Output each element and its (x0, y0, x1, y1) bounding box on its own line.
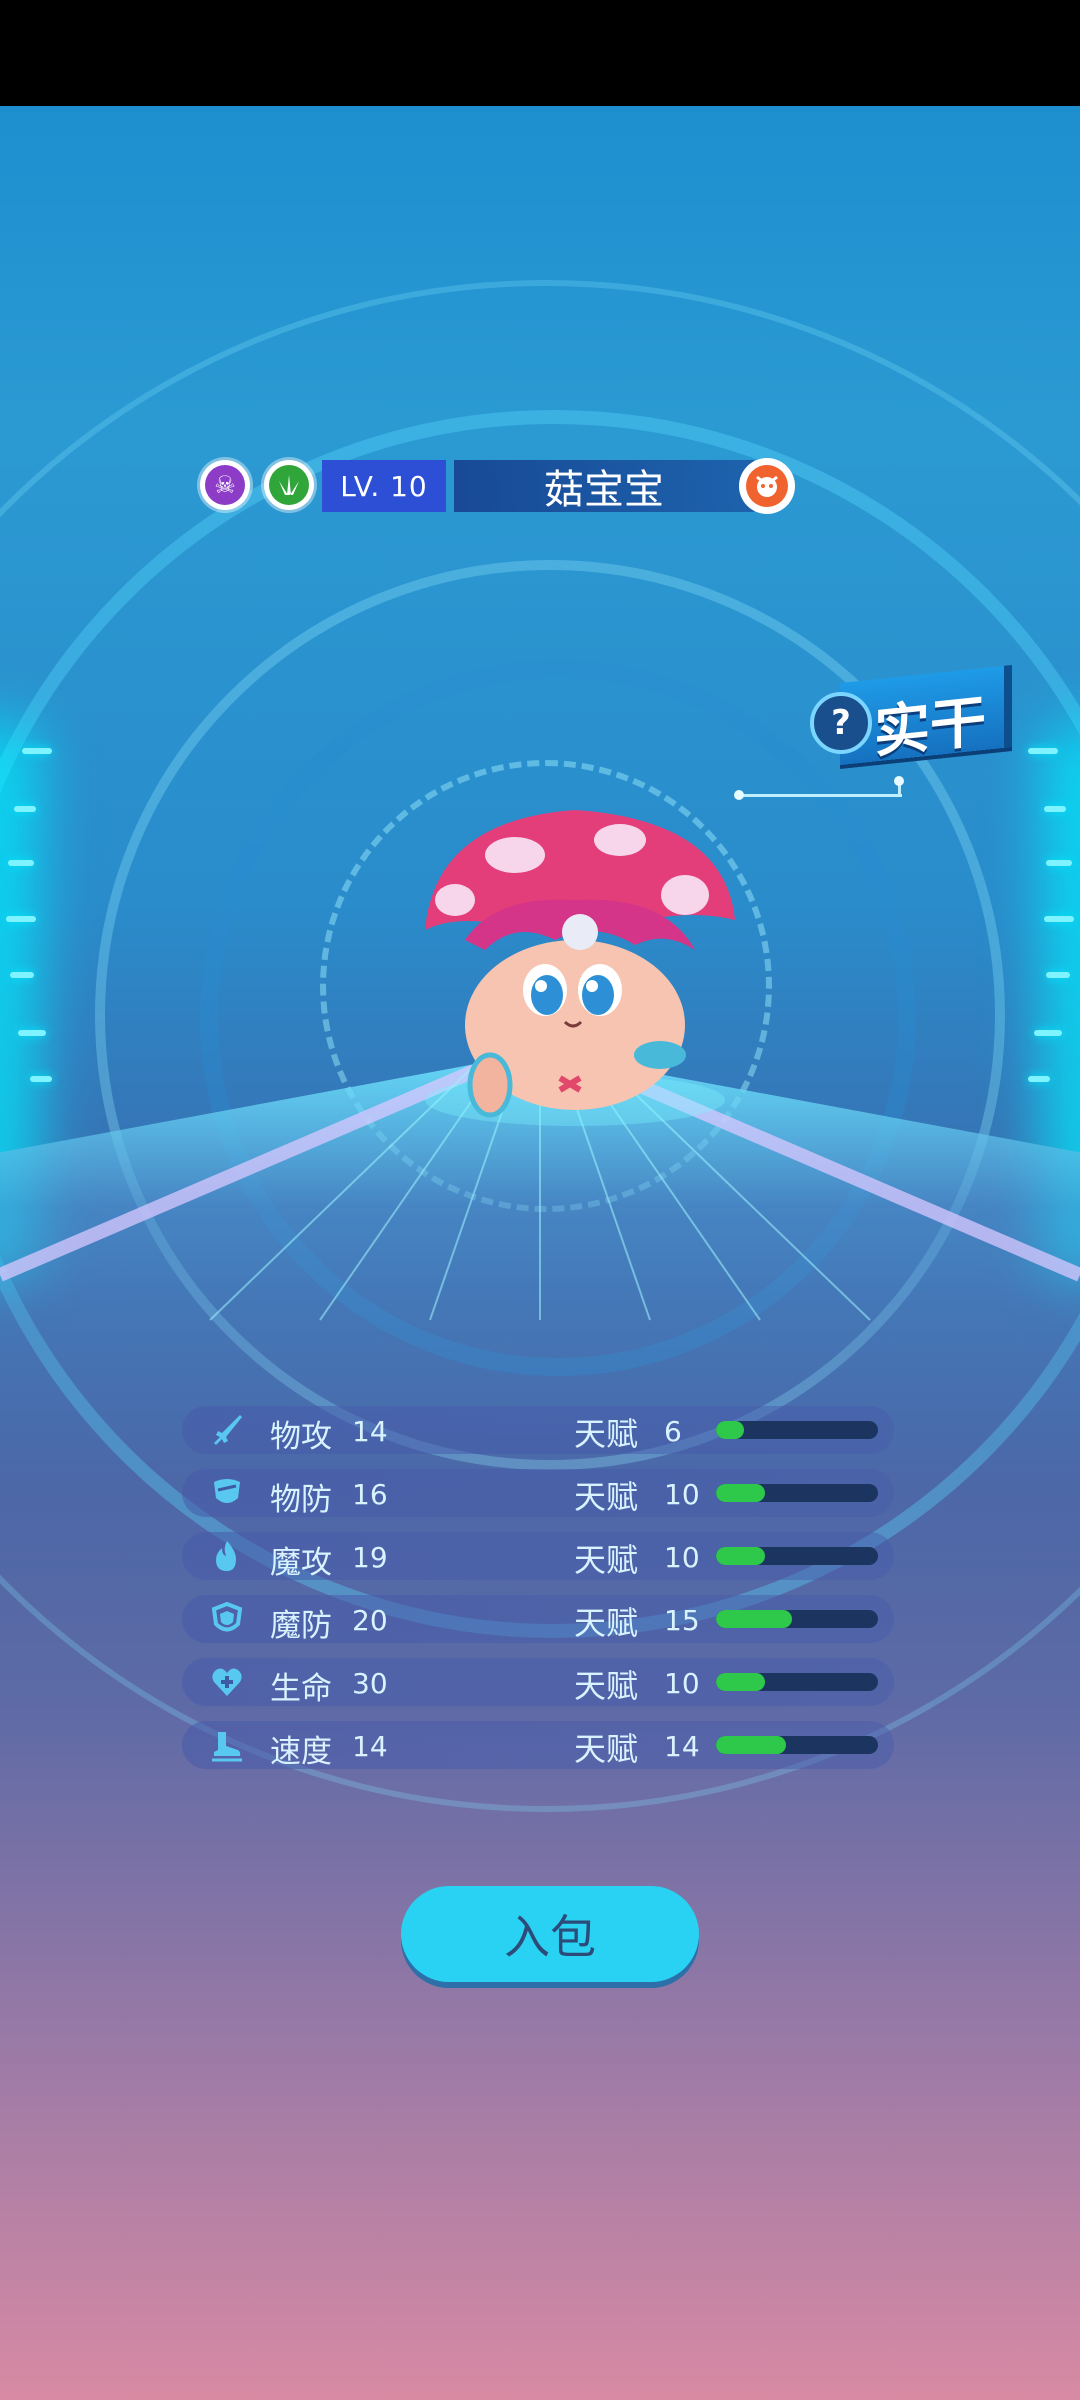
talent-label: 天赋 (574, 1478, 639, 1516)
boot-icon (212, 1732, 242, 1762)
hud-tick (1044, 916, 1074, 922)
talent-value: 10 (664, 1667, 700, 1700)
stat-value: 30 (352, 1667, 388, 1700)
stat-value: 20 (352, 1604, 388, 1637)
magic-shield-icon (211, 1602, 243, 1632)
stat-value: 14 (352, 1415, 388, 1448)
talent-bar-fill (716, 1547, 765, 1565)
mushroom-pet-character[interactable] (395, 800, 755, 1140)
talent-bar (716, 1547, 878, 1565)
stat-row-attack: 物攻 14 天赋 6 (182, 1406, 894, 1455)
stat-value: 19 (352, 1541, 388, 1574)
grass-icon (269, 465, 309, 505)
hud-tick (1046, 972, 1070, 978)
sword-icon (214, 1415, 242, 1445)
stats-panel: 物攻 14 天赋 6 物防 16 天赋 10 魔攻 19 天赋 10 魔防 20… (182, 1406, 894, 1784)
pet-info-button[interactable] (739, 458, 795, 514)
talent-value: 15 (664, 1604, 700, 1637)
talent-bar (716, 1610, 878, 1628)
stat-name: 魔防 (270, 1608, 332, 1644)
stat-name: 物防 (270, 1482, 332, 1518)
pointer-line (738, 794, 902, 797)
talent-bar-fill (716, 1421, 744, 1439)
grass-type-badge[interactable] (264, 460, 314, 510)
hud-tick (1034, 1030, 1062, 1036)
hud-tick (1028, 748, 1058, 754)
hud-tick (22, 748, 52, 754)
talent-value: 10 (664, 1541, 700, 1574)
talent-label: 天赋 (574, 1541, 639, 1579)
game-screen: ☠ LV. 10 菇宝宝 ? 实干 物攻 14 天赋 6 物防 16 天赋 10… (0, 0, 1080, 2400)
talent-value: 14 (664, 1730, 700, 1763)
stat-value: 16 (352, 1478, 388, 1511)
talent-label: 天赋 (574, 1667, 639, 1705)
talent-bar-fill (716, 1673, 765, 1691)
stat-row-hp: 生命 30 天赋 10 (182, 1658, 894, 1707)
hud-tick (6, 916, 36, 922)
pet-header: ☠ LV. 10 菇宝宝 (198, 458, 798, 516)
pointer-dot (734, 790, 744, 800)
stat-row-magic-defense: 魔防 20 天赋 15 (182, 1595, 894, 1644)
hud-tick (18, 1030, 46, 1036)
level-label: LV. 10 (322, 460, 446, 512)
talent-bar (716, 1421, 878, 1439)
talent-label: 天赋 (574, 1415, 639, 1453)
stat-row-speed: 速度 14 天赋 14 (182, 1721, 894, 1770)
talent-bar-fill (716, 1484, 765, 1502)
talent-bar-fill (716, 1610, 793, 1628)
talent-label: 天赋 (574, 1604, 639, 1642)
help-icon[interactable]: ? (810, 692, 872, 754)
talent-bar (716, 1736, 878, 1754)
hud-tick (8, 860, 34, 866)
add-to-bag-button[interactable]: 入包 (401, 1886, 699, 1982)
poison-type-badge[interactable]: ☠ (200, 460, 250, 510)
talent-bar (716, 1673, 878, 1691)
stat-name: 物攻 (270, 1419, 332, 1455)
pointer-dot (894, 776, 904, 786)
stat-row-magic-attack: 魔攻 19 天赋 10 (182, 1532, 894, 1581)
hud-tick (1046, 860, 1072, 866)
stat-name: 速度 (270, 1734, 332, 1770)
nature-label: 实干 (874, 689, 986, 766)
status-bar (0, 0, 1080, 106)
pet-name: 菇宝宝 (454, 460, 754, 513)
hud-tick (10, 972, 34, 978)
flame-icon (216, 1541, 236, 1571)
talent-bar (716, 1484, 878, 1502)
nature-tag[interactable]: ? 实干 (810, 664, 1012, 766)
stat-value: 14 (352, 1730, 388, 1763)
heart-plus-icon (212, 1668, 242, 1696)
talent-label: 天赋 (574, 1730, 639, 1768)
shield-icon (214, 1479, 240, 1503)
poison-skull-icon: ☠ (205, 465, 245, 505)
pet-face-icon (746, 465, 788, 507)
talent-bar-fill (716, 1736, 786, 1754)
stat-name: 魔攻 (270, 1545, 332, 1581)
hud-tick (1044, 806, 1066, 812)
stat-row-defense: 物防 16 天赋 10 (182, 1469, 894, 1518)
talent-value: 6 (664, 1415, 682, 1448)
hud-tick (14, 806, 36, 812)
talent-value: 10 (664, 1478, 700, 1511)
stat-name: 生命 (270, 1671, 332, 1707)
